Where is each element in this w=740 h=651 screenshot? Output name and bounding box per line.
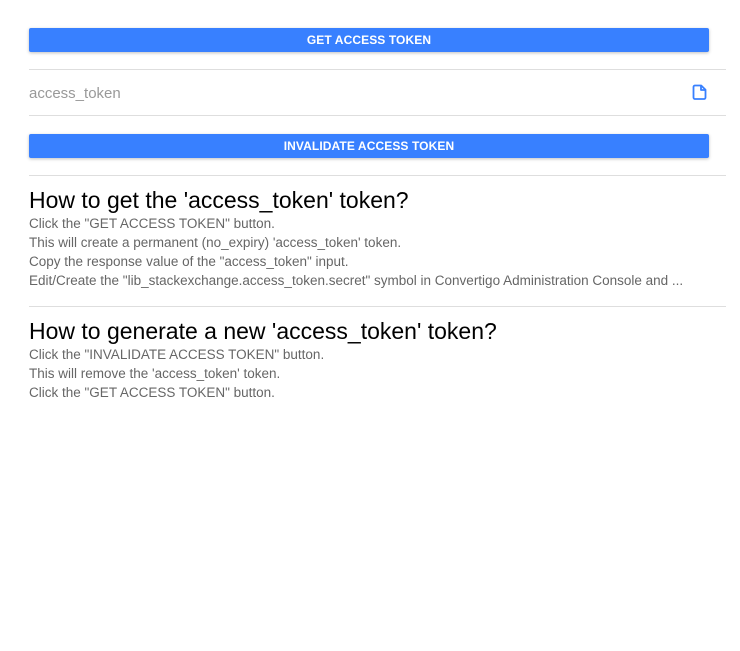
get-access-token-button[interactable]: GET ACCESS TOKEN <box>29 28 709 52</box>
get-token-help-section: How to get the 'access_token' token? Cli… <box>29 186 719 290</box>
section-title: How to get the 'access_token' token? <box>29 187 409 213</box>
section-title: How to generate a new 'access_token' tok… <box>29 318 497 344</box>
generate-token-help-section: How to generate a new 'access_token' tok… <box>29 317 719 402</box>
help-line: Copy the response value of the "access_t… <box>29 254 349 269</box>
help-line: Click the "GET ACCESS TOKEN" button. <box>29 216 275 231</box>
page: GET ACCESS TOKEN INVALIDATE ACCESS TOKEN… <box>0 0 740 651</box>
help-line: Click the "GET ACCESS TOKEN" button. <box>29 385 275 400</box>
divider <box>29 69 726 70</box>
divider <box>29 175 726 176</box>
access-token-input[interactable] <box>29 80 669 106</box>
invalidate-access-token-button[interactable]: INVALIDATE ACCESS TOKEN <box>29 134 709 158</box>
divider <box>29 306 726 307</box>
divider <box>29 115 726 116</box>
copy-icon[interactable] <box>690 82 710 102</box>
help-line: This will create a permanent (no_expiry)… <box>29 235 402 250</box>
help-line: Edit/Create the "lib_stackexchange.acces… <box>29 273 684 288</box>
help-line: Click the "INVALIDATE ACCESS TOKEN" butt… <box>29 347 325 362</box>
help-line: This will remove the 'access_token' toke… <box>29 366 281 381</box>
